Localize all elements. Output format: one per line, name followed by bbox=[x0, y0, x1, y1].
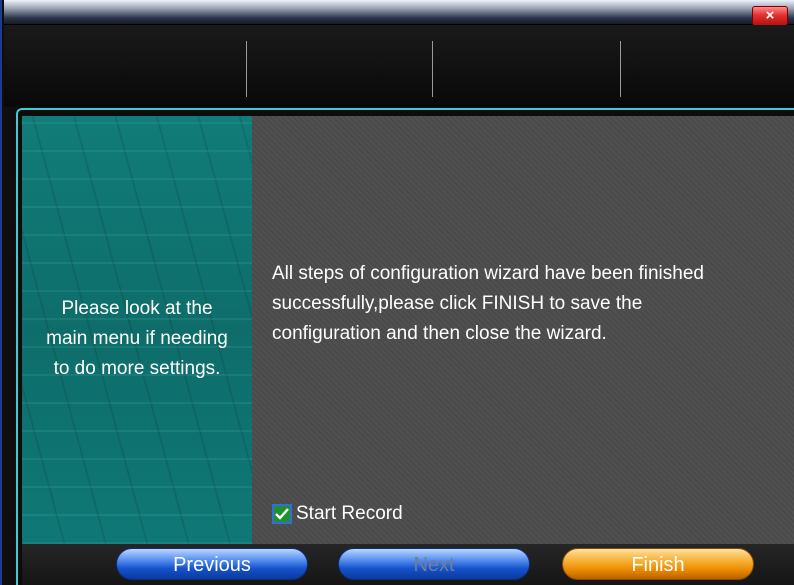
finish-button[interactable]: Finish bbox=[562, 548, 754, 580]
step-tab-4[interactable] bbox=[621, 25, 794, 107]
start-record-option[interactable]: Start Record bbox=[272, 500, 403, 528]
start-record-checkbox[interactable] bbox=[272, 504, 292, 524]
title-bar: × bbox=[4, 0, 794, 26]
step-tab-2[interactable] bbox=[247, 25, 432, 107]
info-side-panel: Please look at the main menu if needing … bbox=[22, 116, 252, 544]
next-button[interactable]: Next bbox=[338, 548, 530, 580]
completion-message: All steps of configuration wizard have b… bbox=[272, 263, 704, 344]
step-tab-3[interactable] bbox=[433, 25, 620, 107]
message-panel: All steps of configuration wizard have b… bbox=[252, 116, 794, 544]
close-icon: × bbox=[765, 7, 775, 24]
step-tab-strip bbox=[4, 25, 794, 107]
checkmark-icon bbox=[275, 508, 289, 520]
start-record-label: Start Record bbox=[296, 503, 403, 524]
previous-button[interactable]: Previous bbox=[116, 548, 308, 580]
wizard-content: Please look at the main menu if needing … bbox=[16, 108, 794, 585]
side-panel-hint: Please look at the main menu if needing … bbox=[46, 298, 228, 379]
close-button[interactable]: × bbox=[752, 6, 788, 26]
wizard-window: × Please look at the main menu if needin… bbox=[0, 0, 794, 585]
step-tab-1[interactable] bbox=[4, 25, 246, 107]
wizard-button-bar: Previous Next Finish bbox=[22, 544, 794, 585]
